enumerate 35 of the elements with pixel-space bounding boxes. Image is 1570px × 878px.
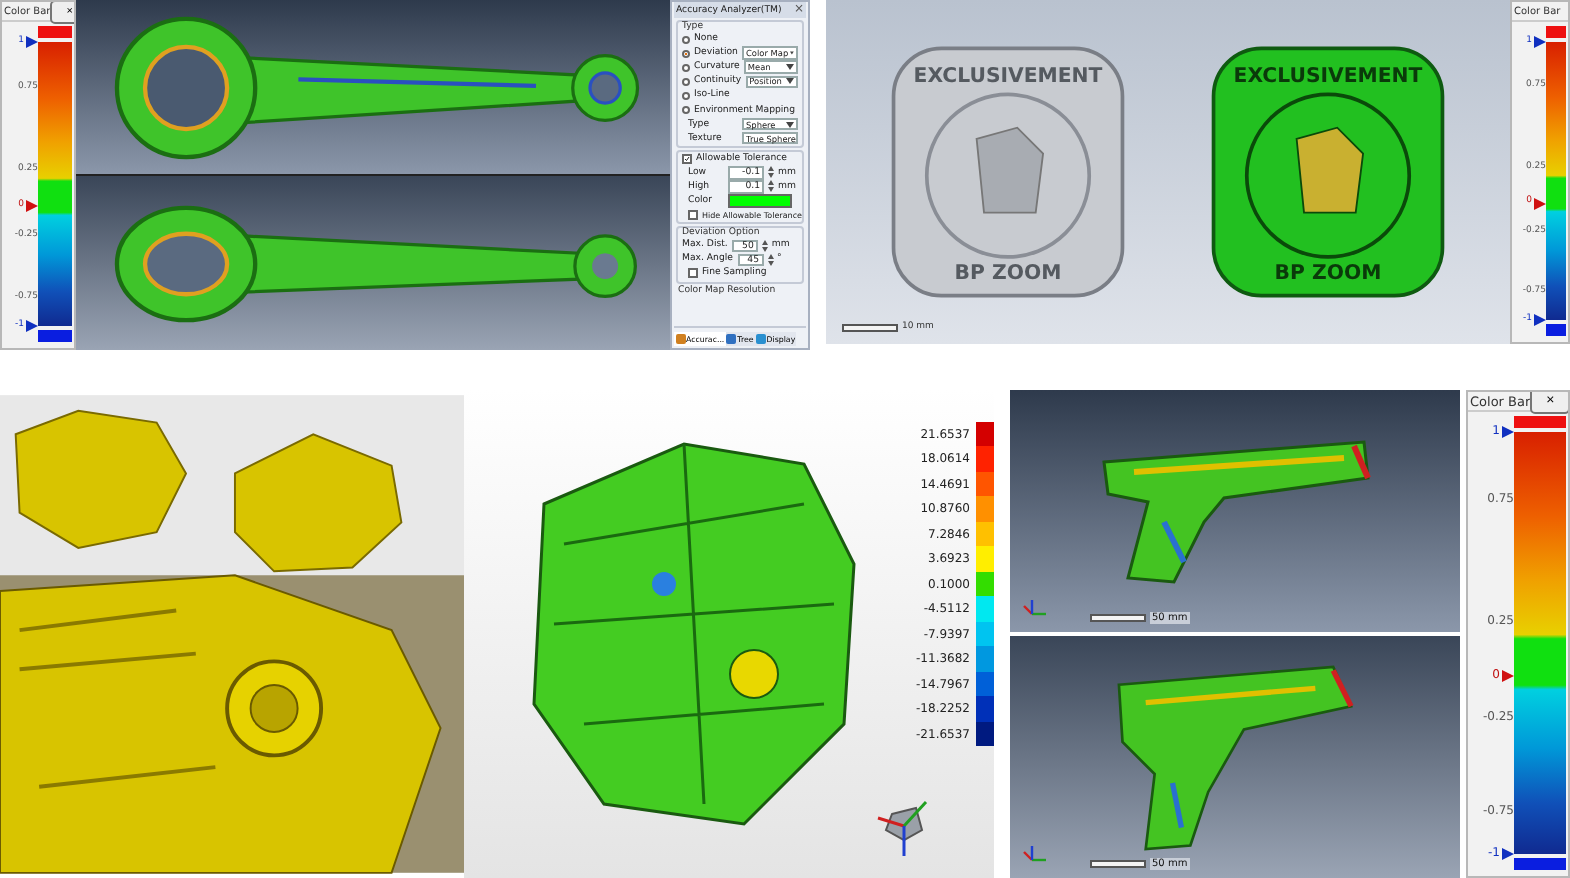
- over-range-swatch: [1514, 416, 1566, 428]
- spinner-icon[interactable]: [768, 166, 774, 179]
- marker-arrow-icon[interactable]: [26, 200, 38, 213]
- tab-icon: [675, 333, 685, 343]
- under-range-swatch: [1546, 324, 1566, 336]
- spinner-icon[interactable]: [768, 180, 774, 193]
- marker-arrow-icon[interactable]: [1534, 36, 1546, 48]
- radio-button[interactable]: [682, 91, 690, 100]
- spinner-icon[interactable]: [767, 253, 773, 266]
- radio-button[interactable]: [682, 35, 690, 44]
- over-range-swatch: [38, 26, 72, 38]
- marker-arrow-icon[interactable]: [26, 36, 38, 48]
- radio-button[interactable]: [682, 77, 690, 86]
- checkbox[interactable]: [688, 210, 698, 221]
- tab-icon: [726, 333, 737, 343]
- radio-button[interactable]: [682, 106, 690, 115]
- checkbox[interactable]: [682, 153, 692, 164]
- embossed-text: BP ZOOM: [1274, 263, 1382, 286]
- marker-arrow-icon[interactable]: [26, 320, 38, 332]
- embossed-text: EXCLUSIVEMENT: [1233, 65, 1423, 88]
- embossed-text: EXCLUSIVEMENT: [913, 65, 1103, 88]
- marker-arrow-icon[interactable]: [1502, 426, 1514, 438]
- under-range-swatch: [38, 330, 72, 342]
- under-range-swatch: [1514, 858, 1566, 870]
- marker-arrow-icon[interactable]: [1502, 848, 1514, 860]
- color-swatch[interactable]: [728, 194, 792, 209]
- radio-button[interactable]: [682, 63, 690, 72]
- marker-arrow-icon[interactable]: [1534, 314, 1546, 326]
- embossed-text: BP ZOOM: [954, 263, 1062, 286]
- marker-arrow-icon[interactable]: [1502, 670, 1514, 683]
- radio-button[interactable]: [682, 49, 690, 58]
- checkbox[interactable]: [688, 268, 698, 279]
- marker-arrow-icon[interactable]: [1534, 197, 1546, 210]
- tab-icon: [755, 333, 766, 343]
- over-range-swatch: [1546, 26, 1566, 38]
